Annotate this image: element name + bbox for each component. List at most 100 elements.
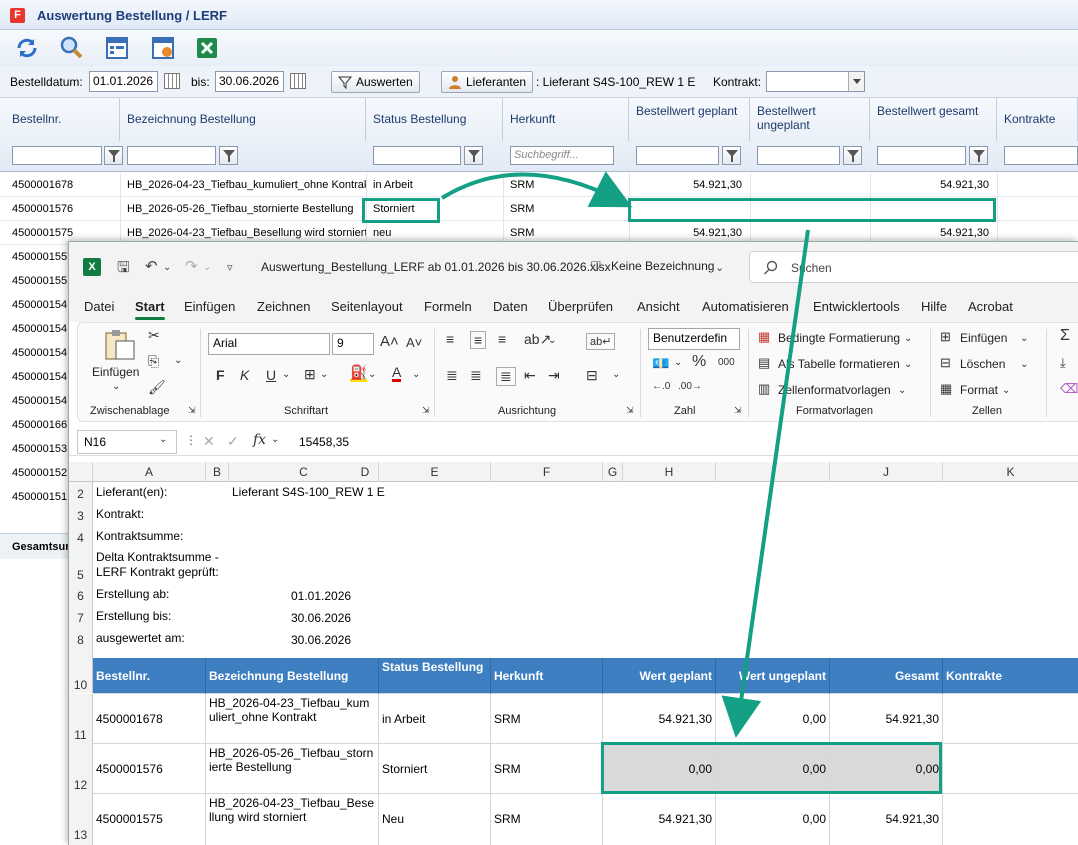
tab-zeichnen[interactable]: Zeichnen	[257, 299, 310, 314]
font-color-icon[interactable]: A	[392, 365, 402, 382]
cell-label[interactable]: Lieferant(en):	[96, 485, 167, 499]
percent-icon[interactable]: %	[692, 353, 706, 371]
row-header[interactable]: 10	[69, 650, 93, 693]
col-header-ungeplant[interactable]: Bestellwert ungeplant	[750, 98, 870, 141]
redo-icon[interactable]: ↷	[185, 257, 198, 275]
bold-icon[interactable]: F	[216, 367, 225, 383]
search-box[interactable]: Suchen	[749, 251, 1078, 283]
row-header[interactable]: 12	[69, 744, 93, 794]
col-header-bezeichnung[interactable]: Bezeichnung Bestellung	[120, 98, 366, 141]
merge-center-icon[interactable]: ⊟	[586, 367, 598, 384]
decrease-indent-icon[interactable]: ⇤	[524, 367, 536, 384]
cell-value[interactable]: 01.01.2026	[291, 589, 351, 603]
tab-automatisieren[interactable]: Automatisieren	[702, 299, 789, 314]
decrease-decimal-icon[interactable]: .00→	[678, 381, 702, 392]
copy-icon[interactable]: ⎘	[148, 353, 159, 370]
conditional-format-button[interactable]: Bedingte Formatierung	[778, 331, 900, 345]
table-header-status[interactable]: Status Bestellung	[379, 658, 491, 694]
font-size-select[interactable]: 9	[332, 333, 374, 355]
sensitivity-label[interactable]: Keine Bezeichnung	[611, 259, 714, 273]
row-header[interactable]: 6	[69, 584, 93, 606]
chevron-down-icon[interactable]: ⌄	[159, 434, 167, 445]
col-header-h[interactable]: H	[623, 462, 716, 482]
table-header-bestellnr[interactable]: Bestellnr.	[93, 658, 206, 694]
tab-formeln[interactable]: Formeln	[424, 299, 472, 314]
chevron-down-icon[interactable]: ⌄	[898, 385, 906, 396]
report-settings-icon[interactable]	[150, 35, 176, 61]
col-header-b[interactable]: B	[206, 462, 229, 482]
format-cells-icon[interactable]: ▦	[940, 381, 952, 397]
tab-ueberpruefen[interactable]: Überprüfen	[548, 299, 613, 314]
dialog-launcher-icon[interactable]: ⇲	[734, 405, 742, 416]
row-header[interactable]: 3	[69, 504, 93, 526]
chevron-down-icon[interactable]: ⌄	[548, 335, 556, 346]
table-cell-bestellnr[interactable]: 4500001576	[93, 744, 206, 794]
cell-label[interactable]: Delta Kontraktsumme - LERF Kontrakt gepr…	[96, 550, 236, 580]
cell-value[interactable]: 30.06.2026	[291, 611, 351, 625]
excel-export-icon[interactable]	[194, 35, 220, 61]
col-header-d[interactable]: D	[352, 462, 379, 482]
chevron-down-icon[interactable]: ⌄	[1002, 385, 1010, 396]
format-painter-icon[interactable]: 🖌	[148, 379, 166, 396]
clear-icon[interactable]: ⌫	[1060, 381, 1078, 397]
autosum-icon[interactable]: Σ	[1060, 327, 1070, 345]
filter-input-bezeichnung[interactable]	[127, 146, 216, 165]
dialog-launcher-icon[interactable]: ⇲	[188, 405, 196, 416]
table-cell-status[interactable]: in Arbeit	[379, 694, 491, 744]
refresh-icon[interactable]	[14, 35, 40, 61]
chevron-down-icon[interactable]: ⌄	[612, 369, 620, 380]
table-cell-bestellnr[interactable]: 4500001575	[93, 794, 206, 845]
italic-icon[interactable]: K	[240, 367, 249, 383]
font-name-select[interactable]: Arial	[208, 333, 330, 355]
calendar-icon[interactable]	[164, 73, 180, 89]
table-header-wert-ungeplant[interactable]: Wert ungeplant	[716, 658, 830, 694]
table-cell-kontrakte[interactable]	[943, 794, 1078, 845]
cell-label[interactable]: Kontraktsumme:	[96, 529, 183, 543]
table-header-kontrakte[interactable]: Kontrakte	[943, 658, 1078, 694]
increase-decimal-icon[interactable]: ←.0	[652, 381, 670, 392]
filter-button[interactable]	[104, 146, 123, 165]
align-center-icon[interactable]: ≣	[470, 367, 482, 384]
tab-seitenlayout[interactable]: Seitenlayout	[331, 299, 403, 314]
paste-icon[interactable]	[98, 329, 138, 361]
chevron-down-icon[interactable]: ⌄	[203, 262, 211, 273]
table-cell-kontrakte[interactable]	[943, 744, 1078, 794]
insert-cells-icon[interactable]: ⊞	[940, 329, 951, 345]
table-header-wert-geplant[interactable]: Wert geplant	[603, 658, 716, 694]
chevron-down-icon[interactable]: ⌄	[904, 333, 912, 344]
align-right-icon[interactable]: ≣	[496, 367, 516, 386]
col-header-herkunft[interactable]: Herkunft	[503, 98, 629, 141]
filter-input-geplant[interactable]	[636, 146, 719, 165]
col-header-kontrakte[interactable]: Kontrakte	[997, 98, 1078, 141]
tab-acrobat[interactable]: Acrobat	[968, 299, 1013, 314]
chevron-down-icon[interactable]: ⌄	[1020, 359, 1028, 370]
dialog-launcher-icon[interactable]: ⇲	[626, 405, 634, 416]
chevron-down-icon[interactable]: ⌄	[163, 262, 171, 273]
table-header-herkunft[interactable]: Herkunft	[491, 658, 603, 694]
row-header[interactable]: 4	[69, 526, 93, 548]
table-header-bezeichnung[interactable]: Bezeichnung Bestellung	[206, 658, 379, 694]
chevron-down-icon[interactable]: ⌄	[715, 261, 724, 274]
delete-cells-button[interactable]: Löschen	[960, 357, 1005, 371]
col-header-f[interactable]: F	[491, 462, 603, 482]
table-cell-herkunft[interactable]: SRM	[491, 794, 603, 845]
chevron-down-icon[interactable]: ⌄	[174, 355, 182, 366]
cell-label[interactable]: Kontrakt:	[96, 507, 144, 521]
table-cell-gesamt[interactable]: 54.921,30	[830, 794, 943, 845]
col-header-g[interactable]: G	[603, 462, 623, 482]
chevron-down-icon[interactable]: ⌄	[368, 369, 376, 380]
chevron-down-icon[interactable]: ⌄	[112, 381, 120, 392]
fill-icon[interactable]: ⤓	[1060, 355, 1066, 371]
tab-start[interactable]: Start	[135, 299, 165, 320]
filter-button[interactable]	[722, 146, 741, 165]
table-row[interactable]: 4500001678 HB_2026-04-23_Tiefbau_kumulie…	[0, 173, 1078, 197]
chevron-down-icon[interactable]: ⌄	[282, 369, 290, 380]
col-header-status[interactable]: Status Bestellung	[366, 98, 503, 141]
kontrakt-select[interactable]	[766, 71, 865, 92]
chevron-down-icon[interactable]: ⌄	[320, 369, 328, 380]
cell-label[interactable]: ausgewertet am:	[96, 631, 185, 645]
col-header-a[interactable]: A	[93, 462, 206, 482]
save-icon[interactable]: 🖫	[117, 257, 130, 282]
thousands-separator-icon[interactable]: 000	[718, 357, 735, 368]
date-to-input[interactable]: 30.06.2026	[215, 71, 284, 92]
